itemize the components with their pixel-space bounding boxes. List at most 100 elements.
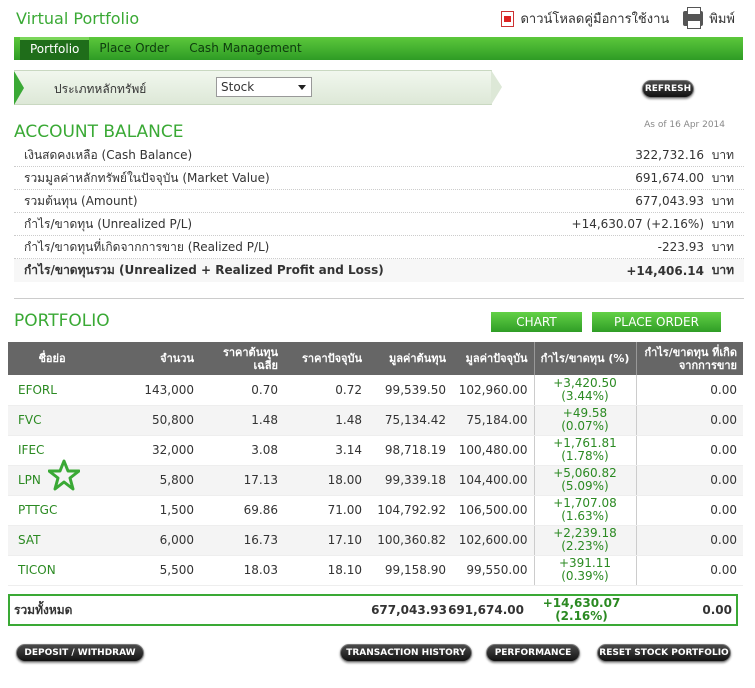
balance-unit: บาท [711, 193, 734, 208]
pl-amount: +3,420.50 [553, 375, 617, 390]
balance-label: กำไร/ขาดทุนที่เกิดจากการขาย (Realized P/… [24, 239, 270, 254]
avg-cost-cell: 69.86 [200, 495, 284, 526]
security-type-select[interactable]: Stock [216, 77, 312, 97]
pl-cell: +3,420.50 (3.44%) [533, 375, 636, 406]
realized-cell: 0.00 [635, 435, 743, 466]
refresh-button[interactable]: REFRESH [642, 80, 694, 98]
reset-portfolio-button[interactable]: RESET STOCK PORTFOLIO [597, 644, 731, 662]
deposit-withdraw-button[interactable]: DEPOSIT / WITHDRAW [16, 644, 144, 662]
arrow-right-icon [14, 71, 24, 105]
account-balance-table: เงินสดคงเหลือ (Cash Balance) 322,732.16 … [14, 144, 744, 282]
market-value-cell: 75,184.00 [452, 405, 534, 436]
portfolio-total-row: รวมทั้งหมด 677,043.93 691,674.00 +14,630… [8, 594, 738, 626]
balance-unit: บาท [711, 170, 734, 185]
balance-label: รวมมูลค่าหลักทรัพย์ในปัจจุบัน (Market Va… [24, 170, 270, 185]
balance-row-market-value: รวมมูลค่าหลักทรัพย์ในปัจจุบัน (Market Va… [14, 167, 744, 190]
balance-row-realized: กำไร/ขาดทุนที่เกิดจากการขาย (Realized P/… [14, 236, 744, 259]
tab-cash-management[interactable]: Cash Management [179, 37, 311, 60]
main-nav: Portfolio Place Order Cash Management [14, 37, 743, 60]
table-row[interactable]: PTTGC 1,500 69.86 71.00 104,792.92 106,5… [8, 495, 743, 526]
portfolio-title: PORTFOLIO [14, 311, 110, 331]
balance-row-cash: เงินสดคงเหลือ (Cash Balance) 322,732.16 … [14, 144, 744, 167]
balance-value: 691,674.00 [635, 171, 704, 185]
qty-cell: 5,800 [96, 465, 200, 496]
account-balance-title: ACCOUNT BALANCE [14, 122, 184, 142]
pl-cell: +1,761.81 (1.78%) [533, 435, 636, 466]
pl-percent: (1.63%) [561, 509, 609, 523]
table-row[interactable]: LPN 5,800 17.13 18.00 99,339.18 104,400.… [8, 465, 743, 496]
qty-cell: 6,000 [96, 525, 200, 556]
symbol-link[interactable]: TICON [8, 555, 96, 586]
qty-cell: 32,000 [96, 435, 200, 466]
avg-cost-cell: 18.03 [200, 555, 284, 586]
pdf-icon[interactable] [501, 10, 515, 27]
filter-bar-tip [491, 70, 502, 105]
avg-cost-cell: 1.48 [200, 405, 284, 436]
place-order-button[interactable]: PLACE ORDER [592, 312, 721, 332]
qty-cell: 1,500 [96, 495, 200, 526]
symbol-link[interactable]: FVC [8, 405, 96, 436]
printer-icon[interactable] [683, 7, 704, 29]
realized-cell: 0.00 [635, 405, 743, 436]
symbol-link[interactable]: EFORL [8, 375, 96, 406]
realized-cell: 0.00 [635, 555, 743, 586]
balance-row-unrealized: กำไร/ขาดทุน (Unrealized P/L) +14,630.07 … [14, 213, 744, 236]
balance-label: กำไร/ขาดทุนรวม (Unrealized + Realized Pr… [24, 263, 384, 277]
pl-percent: (3.44%) [561, 388, 609, 403]
pl-cell: +49.58 (0.07%) [533, 405, 636, 436]
market-value-cell: 100,480.00 [452, 435, 534, 466]
realized-cell: 0.00 [635, 465, 743, 496]
page-title: Virtual Portfolio [16, 9, 140, 28]
section-divider [14, 298, 744, 299]
pl-percent: (5.09%) [561, 479, 609, 493]
transaction-history-button[interactable]: TRANSACTION HISTORY [340, 644, 472, 662]
cost-value-cell: 99,539.50 [368, 375, 452, 406]
tab-place-order[interactable]: Place Order [89, 37, 179, 60]
security-type-filter: ประเภทหลักทรัพย์ Stock [14, 70, 502, 105]
cost-value-cell: 75,134.42 [368, 405, 452, 436]
pl-percent: (2.23%) [561, 539, 609, 553]
total-realized: 0.00 [702, 603, 732, 617]
balance-label: รวมต้นทุน (Amount) [24, 193, 138, 208]
header-links: ดาวน์โหลดคู่มือการใช้งาน พิมพ์ [501, 7, 735, 29]
col-price: ราคาปัจจุบัน [284, 342, 368, 375]
chart-button[interactable]: CHART [491, 312, 582, 332]
pl-cell: +391.11 (0.39%) [533, 555, 636, 586]
col-symbol: ชื่อย่อ [8, 342, 96, 375]
security-type-value: Stock [221, 80, 255, 94]
balance-unit: บาท [711, 216, 734, 231]
table-row[interactable]: SAT 6,000 16.73 17.10 100,360.82 102,600… [8, 525, 743, 556]
tab-portfolio[interactable]: Portfolio [20, 37, 90, 60]
star-icon [48, 459, 80, 491]
print-link[interactable]: พิมพ์ [709, 8, 735, 29]
price-cell: 3.14 [284, 435, 368, 466]
col-realized: กำไร/ขาดทุน ที่เกิดจากการขาย [635, 342, 743, 375]
pl-cell: +2,239.18 (2.23%) [533, 525, 636, 556]
qty-cell: 5,500 [96, 555, 200, 586]
balance-value: -223.93 [657, 240, 704, 254]
market-value-cell: 102,600.00 [452, 525, 534, 556]
table-row[interactable]: TICON 5,500 18.03 18.10 99,158.90 99,550… [8, 555, 743, 586]
total-label: รวมทั้งหมด [14, 602, 73, 617]
balance-value: +14,406.14 [626, 263, 704, 278]
symbol-link[interactable]: PTTGC [8, 495, 96, 526]
col-cost-value: มูลค่าต้นทุน [368, 342, 452, 375]
table-row[interactable]: EFORL 143,000 0.70 0.72 99,539.50 102,96… [8, 375, 743, 406]
qty-cell: 143,000 [96, 375, 200, 406]
performance-button[interactable]: PERFORMANCE [486, 644, 580, 662]
table-row[interactable]: FVC 50,800 1.48 1.48 75,134.42 75,184.00… [8, 405, 743, 436]
qty-cell: 50,800 [96, 405, 200, 436]
avg-cost-cell: 17.13 [200, 465, 284, 496]
cost-value-cell: 104,792.92 [368, 495, 452, 526]
col-market-value: มูลค่าปัจจุบัน [452, 342, 534, 375]
pl-cell: +5,060.82 (5.09%) [533, 465, 636, 496]
balance-unit: บาท [711, 147, 734, 162]
cost-value-cell: 98,718.19 [368, 435, 452, 466]
price-cell: 0.72 [284, 375, 368, 406]
table-row[interactable]: IFEC 32,000 3.08 3.14 98,718.19 100,480.… [8, 435, 743, 466]
balance-label: กำไร/ขาดทุน (Unrealized P/L) [24, 216, 193, 231]
total-pl-percent: (2.16%) [555, 609, 608, 623]
download-manual-link[interactable]: ดาวน์โหลดคู่มือการใช้งาน [520, 8, 669, 29]
price-cell: 18.00 [284, 465, 368, 496]
symbol-link[interactable]: SAT [8, 525, 96, 556]
